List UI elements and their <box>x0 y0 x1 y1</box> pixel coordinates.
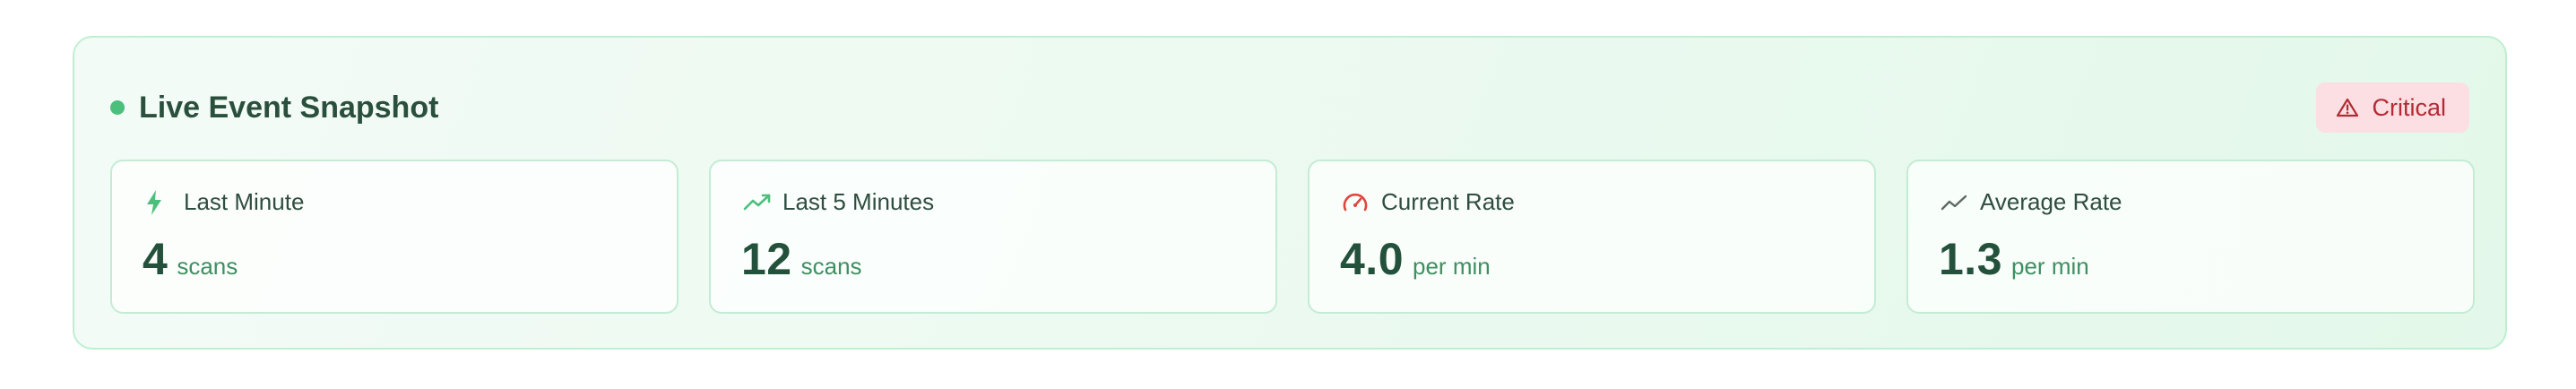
panel-title: Live Event Snapshot <box>139 90 439 125</box>
stat-unit: scans <box>177 253 238 280</box>
stat-cards: Last Minute 4 scans Last 5 Minutes 12 sc… <box>110 160 2475 314</box>
critical-status-badge: Critical <box>2316 82 2469 133</box>
stat-label: Average Rate <box>1980 188 2122 215</box>
live-event-snapshot-panel: Live Event Snapshot Critical Last Minute <box>73 36 2507 350</box>
stat-card-average-rate: Average Rate 1.3 per min <box>1906 160 2475 314</box>
stat-unit: per min <box>2011 253 2089 280</box>
stat-card-last-minute: Last Minute 4 scans <box>110 160 679 314</box>
stat-value: 1.3 <box>1939 234 2003 284</box>
stat-label: Last 5 Minutes <box>782 188 935 215</box>
live-status-dot <box>110 100 125 115</box>
warning-triangle-icon <box>2337 98 2359 117</box>
stat-value: 4 <box>143 234 169 284</box>
critical-badge-label: Critical <box>2372 93 2446 121</box>
panel-header: Live Event Snapshot Critical <box>110 81 2469 134</box>
stat-label: Current Rate <box>1381 188 1515 215</box>
speedometer-icon <box>1342 189 1372 216</box>
stat-value: 12 <box>741 234 792 284</box>
stat-value: 4.0 <box>1340 234 1405 284</box>
stat-unit: per min <box>1413 253 1491 280</box>
stat-label: Last Minute <box>184 188 305 215</box>
lightning-bolt-icon <box>144 189 175 216</box>
trending-up-icon <box>743 189 774 216</box>
stat-card-last-5-minutes: Last 5 Minutes 12 scans <box>709 160 1277 314</box>
stat-unit: scans <box>800 253 862 280</box>
trend-line-icon <box>1941 189 1971 216</box>
stat-card-current-rate: Current Rate 4.0 per min <box>1308 160 1876 314</box>
